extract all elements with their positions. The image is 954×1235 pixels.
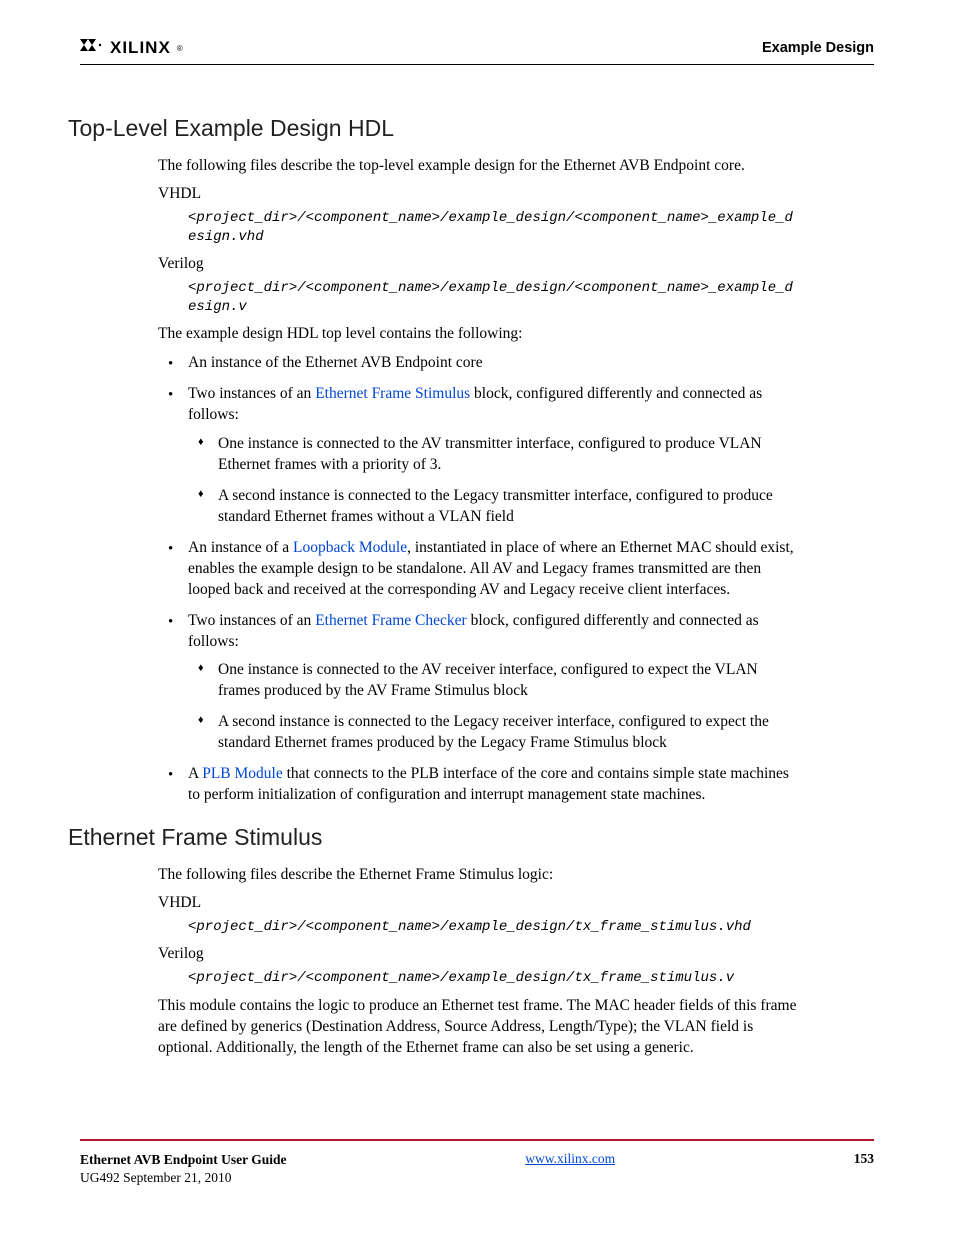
- link-ethernet-frame-checker[interactable]: Ethernet Frame Checker: [315, 612, 467, 629]
- chapter-title: Example Design: [762, 40, 874, 56]
- label-verilog: Verilog: [158, 945, 798, 963]
- xilinx-logo: XILINX ®: [80, 38, 183, 58]
- text: Two instances of an: [188, 612, 315, 629]
- footer-doc-title: Ethernet AVB Endpoint User Guide: [80, 1151, 287, 1169]
- paragraph: This module contains the logic to produc…: [158, 996, 798, 1059]
- list-item: One instance is connected to the AV rece…: [188, 660, 798, 702]
- document-page: XILINX ® Example Design Top-Level Exampl…: [0, 0, 954, 1235]
- registered-icon: ®: [177, 44, 183, 53]
- bullet-list: An instance of the Ethernet AVB Endpoint…: [158, 353, 798, 806]
- link-plb-module[interactable]: PLB Module: [202, 765, 283, 782]
- page-footer: Ethernet AVB Endpoint User Guide UG492 S…: [80, 1139, 874, 1187]
- page-header: XILINX ® Example Design: [80, 38, 874, 65]
- sub-list: One instance is connected to the AV tran…: [188, 434, 798, 528]
- page-content: Top-Level Example Design HDL The followi…: [80, 115, 798, 1058]
- code-vhdl-path: <project_dir>/<component_name>/example_d…: [188, 209, 798, 247]
- heading-ethernet-frame-stimulus: Ethernet Frame Stimulus: [68, 824, 798, 851]
- link-loopback-module[interactable]: Loopback Module: [293, 539, 407, 556]
- xilinx-logo-icon: [80, 39, 104, 57]
- sub-list: One instance is connected to the AV rece…: [188, 660, 798, 754]
- text: Two instances of an: [188, 385, 315, 402]
- list-item: An instance of the Ethernet AVB Endpoint…: [158, 353, 798, 374]
- list-item: A second instance is connected to the Le…: [188, 712, 798, 754]
- paragraph: The following files describe the Etherne…: [158, 865, 798, 886]
- list-item: A PLB Module that connects to the PLB in…: [158, 764, 798, 806]
- text: A: [188, 765, 202, 782]
- code-vhdl-path: <project_dir>/<component_name>/example_d…: [188, 918, 798, 937]
- footer-left: Ethernet AVB Endpoint User Guide UG492 S…: [80, 1151, 287, 1187]
- label-vhdl: VHDL: [158, 185, 798, 203]
- label-verilog: Verilog: [158, 255, 798, 273]
- link-ethernet-frame-stimulus[interactable]: Ethernet Frame Stimulus: [315, 385, 470, 402]
- footer-doc-id: UG492 September 21, 2010: [80, 1169, 287, 1187]
- paragraph: The following files describe the top-lev…: [158, 156, 798, 177]
- text: An instance of a: [188, 539, 293, 556]
- page-number: 153: [854, 1151, 874, 1167]
- list-item: A second instance is connected to the Le…: [188, 486, 798, 528]
- logo-text: XILINX: [110, 38, 171, 58]
- list-item: Two instances of an Ethernet Frame Stimu…: [158, 384, 798, 528]
- list-item: One instance is connected to the AV tran…: [188, 434, 798, 476]
- code-verilog-path: <project_dir>/<component_name>/example_d…: [188, 279, 798, 317]
- paragraph: The example design HDL top level contain…: [158, 324, 798, 345]
- label-vhdl: VHDL: [158, 894, 798, 912]
- footer-url-link[interactable]: www.xilinx.com: [525, 1151, 615, 1167]
- code-verilog-path: <project_dir>/<component_name>/example_d…: [188, 969, 798, 988]
- list-item: Two instances of an Ethernet Frame Check…: [158, 611, 798, 755]
- heading-top-level: Top-Level Example Design HDL: [68, 115, 798, 142]
- list-item: An instance of a Loopback Module, instan…: [158, 538, 798, 601]
